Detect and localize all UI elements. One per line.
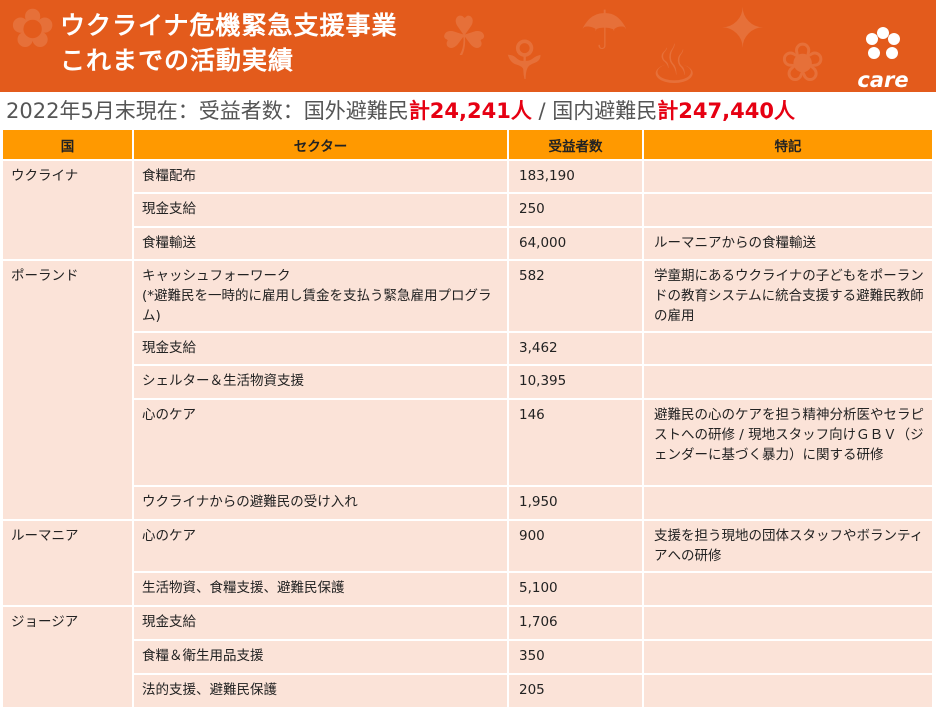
beneficiary-count-cell: 205 <box>508 674 644 709</box>
note-cell <box>643 332 934 366</box>
sector-cell: 食糧配布 <box>133 160 509 194</box>
decor-pattern: ♨ <box>650 33 699 92</box>
care-logo: care <box>850 22 916 92</box>
table-row: ポーランド キャッシュフォーワーク (*避難民を一時的に雇用し賃金を支払う緊急雇… <box>3 260 934 521</box>
title-line-2: これまでの活動実績 <box>60 46 295 75</box>
table-row: 心のケア 146 避難民の心のケアを担う精神分析医やセラピストへの研修 / 現地… <box>3 399 934 487</box>
note-cell <box>643 572 934 607</box>
table-row: 現金支給 250 <box>3 193 934 228</box>
note-cell <box>643 193 934 228</box>
decor-pattern: ❀ <box>780 31 826 92</box>
sector-cell: 現金支給 <box>133 332 509 366</box>
sector-cell: 現金支給 <box>133 193 509 228</box>
table-row: 法的支援、避難民保護 205 <box>3 674 934 709</box>
logo-text: care <box>857 68 909 92</box>
note-cell: 避難民の心のケアを担う精神分析医やセラピストへの研修 / 現地スタッフ向けＧＢＶ… <box>643 399 934 487</box>
title-line-1: ウクライナ危機緊急支援事業 <box>60 11 398 40</box>
decor-pattern: ✦ <box>720 0 766 60</box>
activity-table: 国 セクター 受益者数 特記 ウクライナ 食糧配布 183,190 現金支給 2… <box>3 130 934 709</box>
beneficiary-count-cell: 582 <box>508 260 644 333</box>
sector-cell: 法的支援、避難民保護 <box>133 674 509 709</box>
country-cell: ジョージア <box>3 606 134 709</box>
overseas-total: 計24,241人 <box>408 99 532 123</box>
table-header-row: 国 セクター 受益者数 特記 <box>3 130 934 161</box>
note-cell <box>643 640 934 675</box>
sector-cell: キャッシュフォーワーク (*避難民を一時的に雇用し賃金を支払う緊急雇用プログラム… <box>133 260 509 333</box>
sector-cell: 現金支給 <box>133 606 509 641</box>
column-header-beneficiaries: 受益者数 <box>508 130 644 161</box>
care-logo-icon <box>866 27 900 59</box>
beneficiary-count-cell: 5,100 <box>508 572 644 607</box>
beneficiary-count-cell: 183,190 <box>508 160 644 194</box>
column-header-sector: セクター <box>133 130 509 161</box>
decor-pattern: ☘ <box>440 5 489 68</box>
sector-cell: シェルター＆生活物資支援 <box>133 365 509 400</box>
beneficiary-count-cell: 3,462 <box>508 332 644 366</box>
sector-cell: 心のケア <box>133 399 509 487</box>
summary-prefix: 2022年5月末現在：受益者数：国外避難民 <box>6 99 409 123</box>
table-row: ジョージア 現金支給 1,706 <box>3 606 934 709</box>
domestic-total: 計247,440人 <box>657 99 795 123</box>
note-cell <box>643 606 934 641</box>
beneficiary-count-cell: 250 <box>508 193 644 228</box>
decor-pattern: ✿ <box>10 0 56 60</box>
sector-cell: 食糧輸送 <box>133 227 509 261</box>
beneficiary-count-cell: 10,395 <box>508 365 644 400</box>
beneficiary-count-cell: 900 <box>508 520 644 573</box>
decor-pattern: ⚘ <box>500 29 549 92</box>
column-header-notes: 特記 <box>643 130 934 161</box>
column-header-country: 国 <box>3 130 134 161</box>
decor-pattern: ☂ <box>580 0 629 62</box>
header-banner: ✿ ☘ ⚘ ☂ ♨ ✦ ❀ ウクライナ危機緊急支援事業 これまでの活動実績 ca… <box>0 0 936 92</box>
sector-cell: 心のケア <box>133 520 509 573</box>
country-cell: ポーランド <box>3 260 134 521</box>
table-row: 食糧＆衛生用品支援 350 <box>3 640 934 675</box>
note-cell: ルーマニアからの食糧輸送 <box>643 227 934 261</box>
beneficiary-count-cell: 64,000 <box>508 227 644 261</box>
country-cell: ウクライナ <box>3 160 134 261</box>
beneficiary-count-cell: 350 <box>508 640 644 675</box>
beneficiary-count-cell: 146 <box>508 399 644 487</box>
sector-cell: 生活物資、食糧支援、避難民保護 <box>133 572 509 607</box>
table-row: ウクライナ 食糧配布 183,190 <box>3 160 934 261</box>
beneficiary-count-cell: 1,706 <box>508 606 644 641</box>
note-cell <box>643 674 934 709</box>
sector-cell: 食糧＆衛生用品支援 <box>133 640 509 675</box>
table-row: 食糧輸送 64,000 ルーマニアからの食糧輸送 <box>3 227 934 261</box>
note-cell <box>643 365 934 400</box>
note-cell: 学童期にあるウクライナの子どもをポーランドの教育システムに統合支援する避難民教師… <box>643 260 934 333</box>
note-cell <box>643 160 934 194</box>
table-row: 現金支給 3,462 <box>3 332 934 366</box>
table-row: シェルター＆生活物資支援 10,395 <box>3 365 934 400</box>
page-title: ウクライナ危機緊急支援事業 これまでの活動実績 <box>60 8 398 78</box>
summary-separator: / 国内避難民 <box>531 99 658 123</box>
sector-cell: ウクライナからの避難民の受け入れ <box>133 486 509 521</box>
table-row: ルーマニア 心のケア 900 支援を担う現地の団体スタッフやボランティアへの研修 <box>3 520 934 607</box>
beneficiary-summary: 2022年5月末現在：受益者数：国外避難民計24,241人 / 国内避難民計24… <box>6 96 795 126</box>
note-cell <box>643 486 934 521</box>
table-row: 生活物資、食糧支援、避難民保護 5,100 <box>3 572 934 607</box>
country-cell: ルーマニア <box>3 520 134 607</box>
beneficiary-count-cell: 1,950 <box>508 486 644 521</box>
table-row: ウクライナからの避難民の受け入れ 1,950 <box>3 486 934 521</box>
note-cell: 支援を担う現地の団体スタッフやボランティアへの研修 <box>643 520 934 573</box>
